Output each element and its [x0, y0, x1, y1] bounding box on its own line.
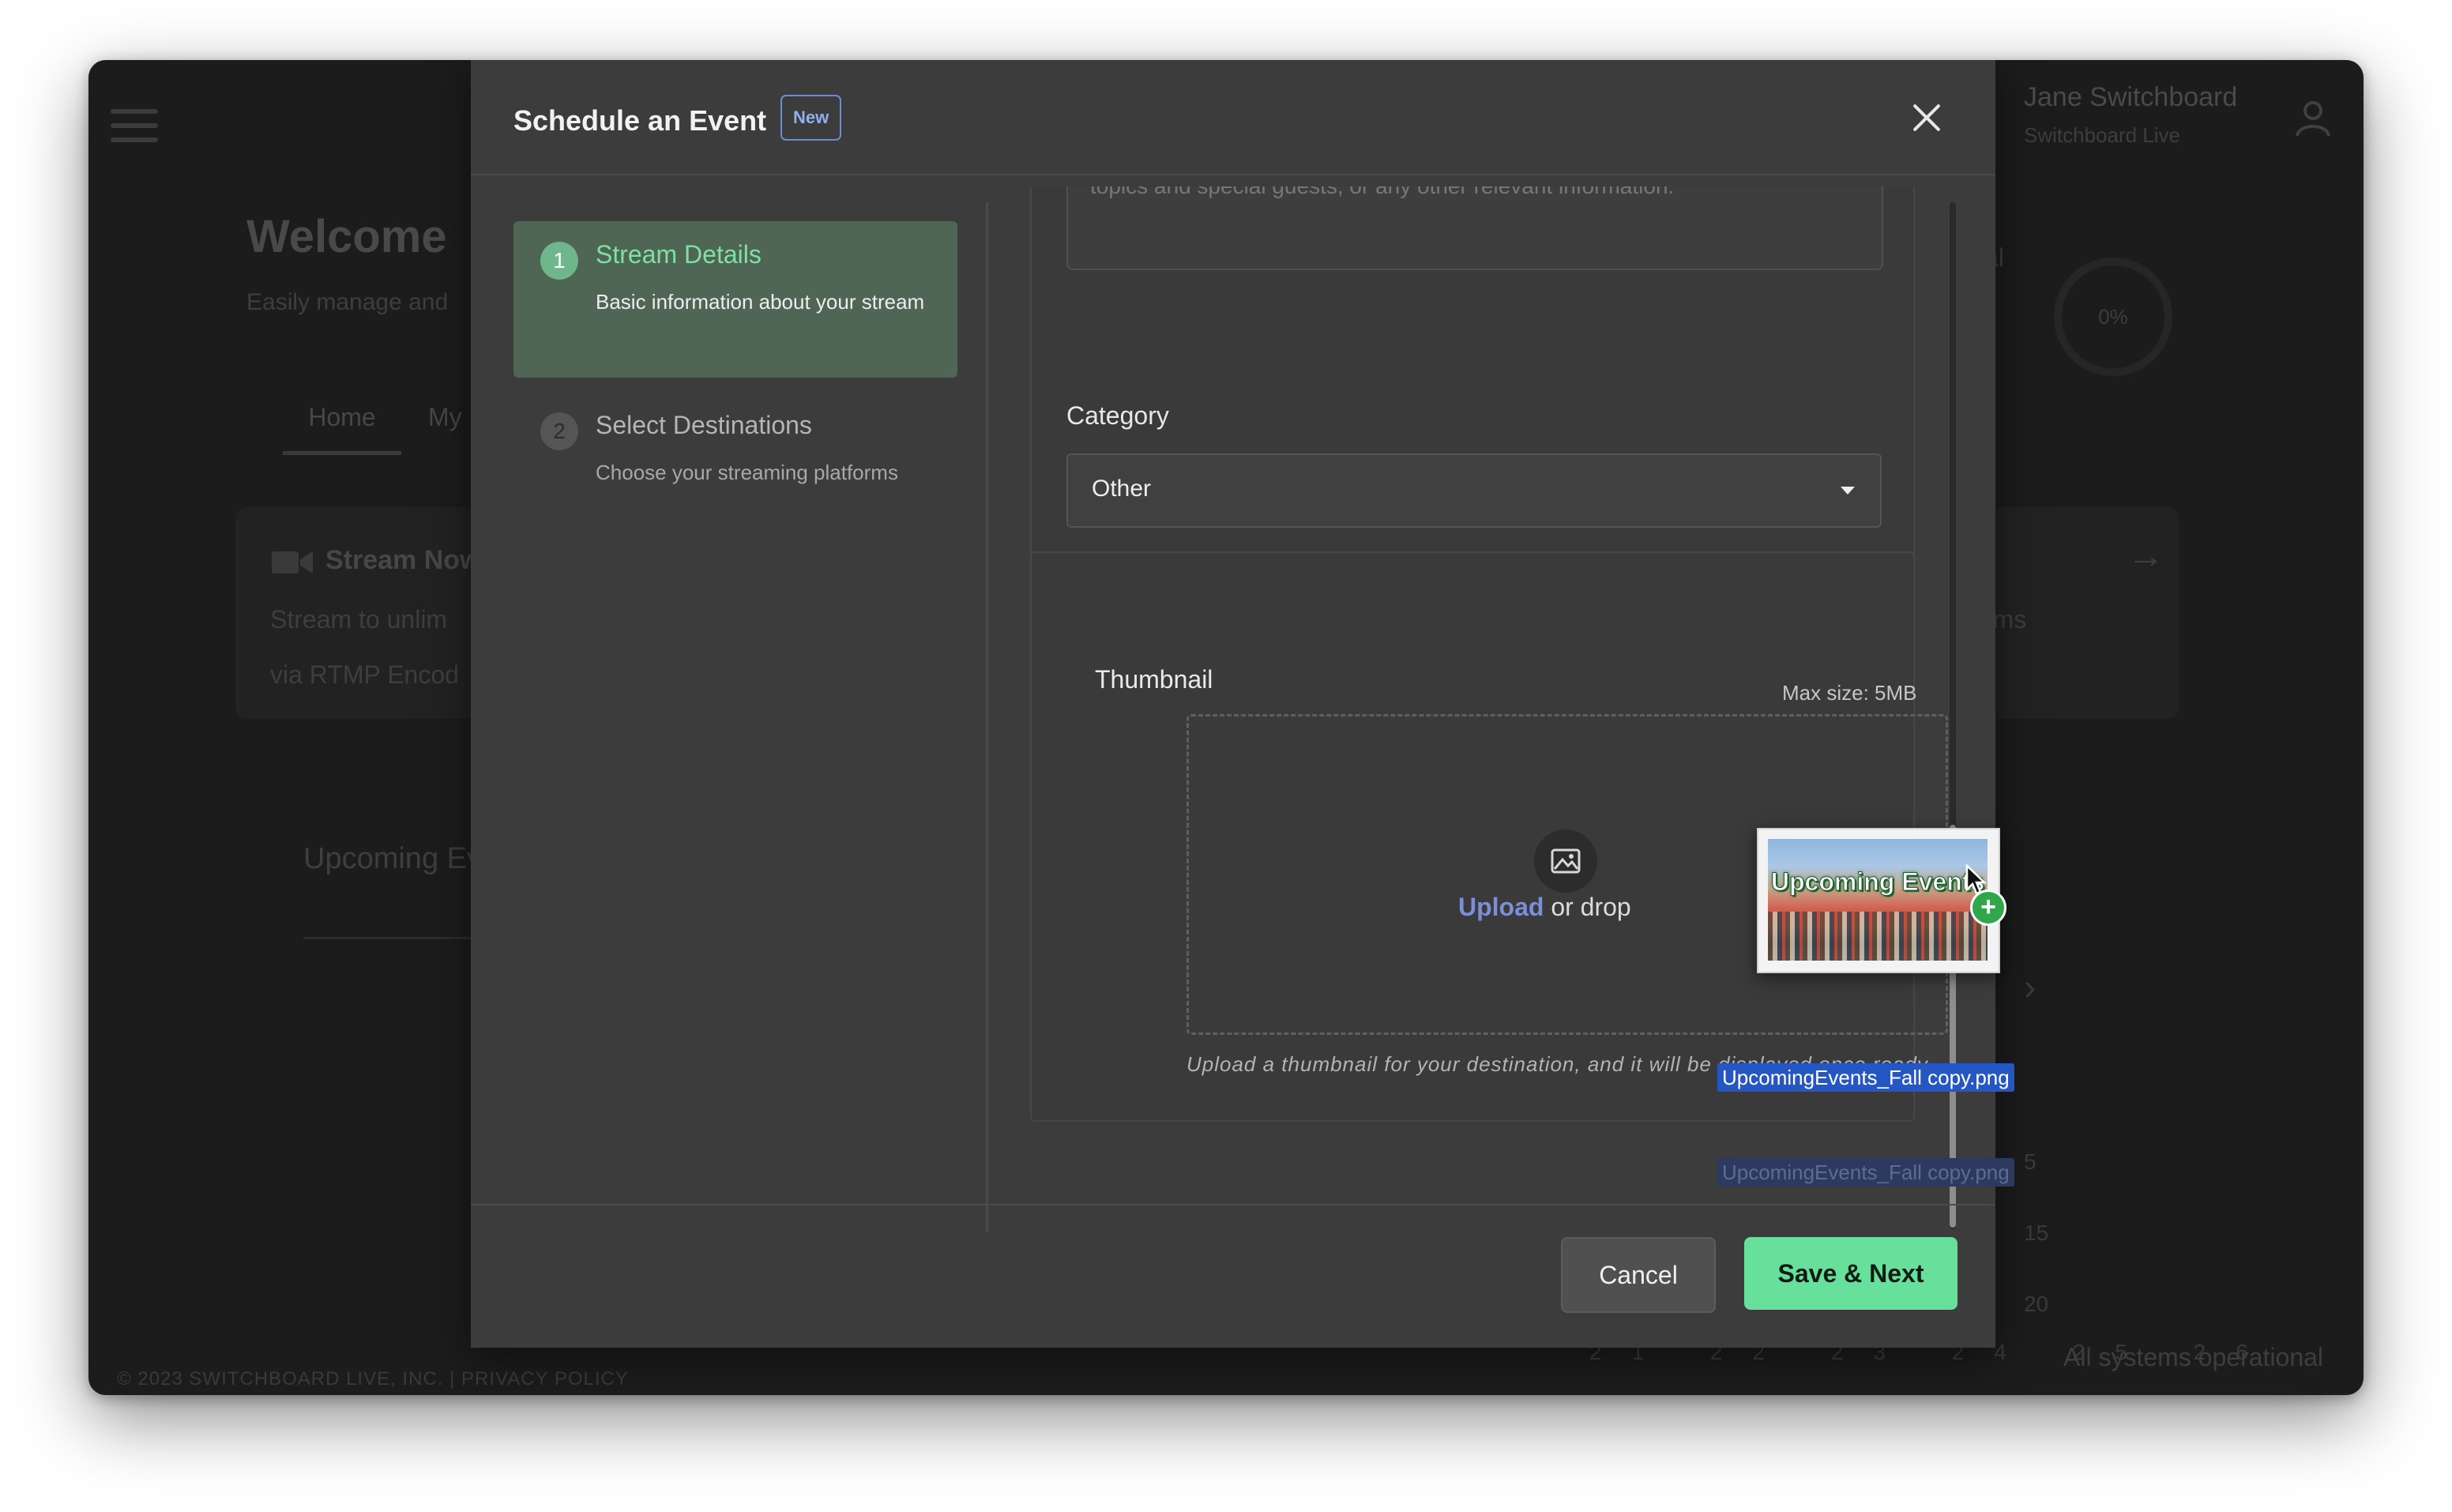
footer-copyright: © 2023 SWITCHBOARD LIVE, INC. | PRIVACY …: [117, 1368, 629, 1390]
modal-header: Schedule an Event New: [471, 60, 1995, 175]
image-icon: [1534, 829, 1597, 893]
category-value: Other: [1092, 476, 1152, 502]
calendar-side-numbers: 5 15 20: [2024, 1126, 2048, 1340]
upload-rest: or drop: [1544, 893, 1631, 921]
description-textarea[interactable]: topics and special guests, or any other …: [1066, 186, 1883, 270]
upload-link[interactable]: Upload: [1458, 893, 1544, 921]
new-badge: New: [780, 95, 842, 141]
schedule-event-modal: Schedule an Event New 1 Stream Details B…: [471, 60, 1995, 1348]
chevron-down-icon: [1841, 487, 1855, 495]
user-icon[interactable]: [2291, 95, 2335, 139]
step-description: Choose your streaming platforms: [596, 461, 898, 484]
hamburger-icon[interactable]: [111, 109, 158, 144]
vertical-divider: [986, 202, 988, 1232]
category-label: Category: [1066, 401, 1169, 430]
step-stream-details[interactable]: 1 Stream Details Basic information about…: [513, 221, 957, 378]
calendar-number: 20: [2024, 1292, 2049, 1316]
dragged-file-thumbnail: Upcoming Events: [1757, 828, 2000, 973]
thumbnail-image-text: Upcoming Events: [1770, 867, 1985, 897]
stream-card-title: Stream Now: [325, 545, 481, 575]
max-size-text: Max size: 5MB: [1782, 681, 1917, 705]
cancel-button[interactable]: Cancel: [1561, 1237, 1716, 1313]
description-text: topics and special guests, or any other …: [1090, 186, 1674, 199]
close-icon[interactable]: [1907, 98, 1946, 137]
step-title: Stream Details: [596, 240, 762, 269]
details-panel: topics and special guests, or any other …: [1030, 186, 1915, 583]
thumbnail-image: Upcoming Events: [1768, 839, 1988, 961]
welcome-subtitle: Easily manage and: [246, 289, 449, 315]
calendar-number: 5: [2024, 1149, 2036, 1174]
progress-value: 0%: [2098, 304, 2128, 329]
cursor-icon: [1965, 863, 1988, 900]
system-status: All systems operational: [2063, 1343, 2324, 1371]
upload-prompt: Upload or drop: [1458, 893, 1695, 922]
welcome-heading: Welcome: [246, 211, 447, 262]
step-title: Select Destinations: [596, 411, 812, 439]
arrow-right-icon[interactable]: →: [2127, 534, 2164, 577]
dragged-filename-ghost: UpcomingEvents_Fall copy.png: [1717, 1158, 2014, 1187]
category-select[interactable]: Other: [1066, 453, 1882, 528]
save-next-button[interactable]: Save & Next: [1744, 1237, 1957, 1310]
calendar-number: 15: [2024, 1221, 2049, 1245]
app-window: Jane Switchboard Switchboard Live Welcom…: [88, 60, 2364, 1395]
modal-title: Schedule an Event: [513, 104, 767, 137]
tab-my[interactable]: My: [428, 403, 462, 432]
stream-card-line1: Stream to unlim: [270, 605, 448, 634]
tab-home[interactable]: Home: [283, 403, 401, 455]
camera-icon: [272, 548, 313, 577]
step-select-destinations[interactable]: 2 Select Destinations Choose your stream…: [513, 392, 957, 550]
stream-card-line2: via RTMP Encod: [270, 660, 459, 689]
step-description: Basic information about your stream: [596, 290, 925, 314]
step-number: 1: [540, 242, 578, 280]
thumbnail-label: Thumbnail: [1095, 665, 1213, 694]
progress-ring: 0%: [2054, 258, 2172, 376]
user-name: Jane Switchboard: [2024, 82, 2238, 112]
chevron-right-icon[interactable]: ›: [2024, 965, 2036, 1008]
user-subtitle: Switchboard Live: [2024, 123, 2180, 147]
step-number: 2: [540, 412, 578, 450]
dragged-filename: UpcomingEvents_Fall copy.png: [1717, 1063, 2014, 1092]
